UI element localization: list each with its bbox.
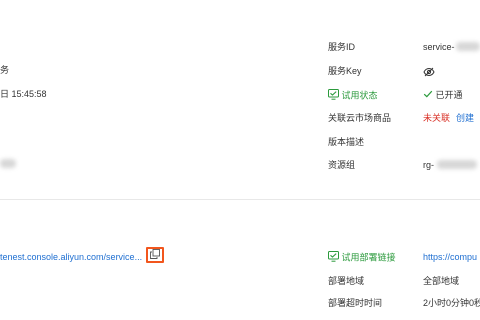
resource-group-redacted — [437, 160, 477, 169]
service-key-label: 服务Key — [328, 66, 362, 76]
copy-icon — [150, 249, 160, 261]
check-icon — [423, 89, 433, 102]
service-name-fragment: 务 — [0, 65, 10, 75]
create-link[interactable]: 创建 — [456, 112, 474, 124]
monitor-icon — [328, 89, 339, 103]
trial-deploy-link-label: 试用部署链接 — [328, 251, 396, 265]
service-id-redacted — [456, 42, 480, 51]
resource-group-label: 资源组 — [328, 160, 356, 170]
resource-group-value: rg- — [423, 160, 434, 170]
deploy-timeout-value: 2小时0分钟0秒 — [423, 298, 480, 308]
created-time-fragment: 日 15:45:58 — [0, 89, 47, 99]
monitor-icon — [328, 251, 339, 265]
marketplace-item-label: 关联云市场商品 — [328, 113, 392, 123]
deploy-region-value: 全部地域 — [423, 276, 460, 286]
trial-status-label: 试用状态 — [328, 89, 378, 103]
version-desc-label: 版本描述 — [328, 137, 365, 147]
endpoint-url[interactable]: tenest.console.aliyun.com/service... — [0, 251, 142, 263]
service-id-label: 服务ID — [328, 42, 356, 52]
redacted-value — [0, 159, 16, 168]
copy-button[interactable] — [146, 247, 164, 263]
service-id-value: service- — [423, 42, 455, 52]
eye-off-icon[interactable] — [423, 65, 435, 78]
section-divider — [0, 199, 480, 200]
deploy-region-label: 部署地域 — [328, 276, 365, 286]
trial-status-value: 已开通 — [423, 89, 463, 102]
trial-deploy-link-value[interactable]: https://compu — [423, 251, 477, 263]
deploy-timeout-label: 部署超时时间 — [328, 298, 383, 308]
marketplace-status: 未关联 — [423, 113, 451, 123]
